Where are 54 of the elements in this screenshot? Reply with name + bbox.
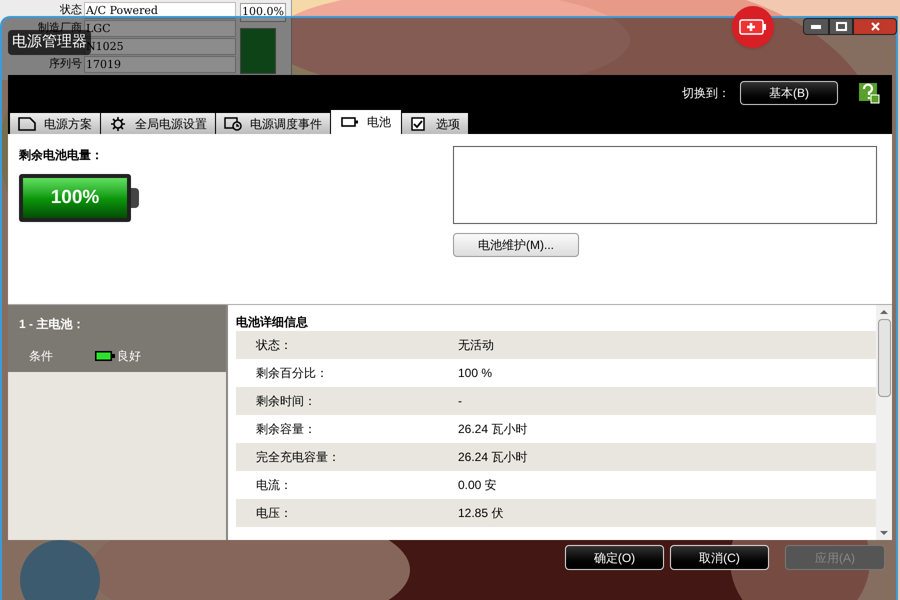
level-meter xyxy=(240,28,276,74)
battery-icon xyxy=(95,351,115,361)
detail-label: 状态： xyxy=(256,337,293,354)
maximize-icon xyxy=(836,22,846,31)
property-value: 17019 xyxy=(84,56,236,72)
close-icon xyxy=(870,22,880,31)
checkbox-icon xyxy=(410,116,428,130)
switch-mode-button[interactable]: 基本(B) xyxy=(740,80,838,104)
detail-value: 26.24 瓦小时 xyxy=(458,449,528,466)
remaining-charge-label: 剩余电池电量： xyxy=(19,147,104,164)
battery-name: 1 - 主电池： xyxy=(19,316,86,333)
minimize-icon xyxy=(811,24,821,28)
detail-value: 12.85 伏 xyxy=(458,505,504,522)
detail-label: 完全充电容量： xyxy=(256,449,341,466)
close-button[interactable] xyxy=(853,18,897,35)
property-value: A/C Powered xyxy=(84,2,236,18)
battery-percentage: 100% xyxy=(50,186,100,210)
tab[interactable]: 电源方案 xyxy=(10,113,100,134)
percentage-reading: 100.0% xyxy=(240,3,286,22)
gear-icon xyxy=(109,116,127,130)
detail-value: 26.24 瓦小时 xyxy=(458,421,528,438)
scroll-thumb[interactable] xyxy=(878,319,890,397)
tab[interactable]: 选项 xyxy=(402,113,468,134)
battery-icon xyxy=(341,115,359,129)
condition-label: 条件 xyxy=(29,348,54,365)
help-icon[interactable] xyxy=(858,82,880,104)
battery-list-item[interactable]: 1 - 主电池： 条件 良好 xyxy=(8,305,226,372)
detail-value: - xyxy=(458,393,462,410)
detail-label: 电压： xyxy=(256,505,293,522)
tab[interactable]: 全局电源设置 xyxy=(101,113,215,134)
property-value: LGC xyxy=(84,20,236,36)
page-icon xyxy=(18,116,36,130)
detail-label: 剩余容量： xyxy=(256,421,317,438)
maximize-button[interactable] xyxy=(829,18,853,35)
tab[interactable]: 电池 xyxy=(331,110,401,134)
detail-value: 100 % xyxy=(458,365,492,382)
property-label: 状态 xyxy=(60,2,82,18)
detail-value: 无活动 xyxy=(458,337,494,354)
condition-value: 良好 xyxy=(117,348,141,365)
details-title: 电池详细信息 xyxy=(236,314,309,331)
dialog-button[interactable]: 确定(O) xyxy=(565,545,664,570)
property-label: 序列号 xyxy=(49,56,82,72)
dialog-button[interactable]: 取消(C) xyxy=(670,545,769,570)
switch-label: 切换到： xyxy=(682,84,730,102)
scrollbar[interactable] xyxy=(876,305,892,540)
detail-label: 剩余百分比： xyxy=(256,365,329,382)
detail-label: 剩余时间： xyxy=(256,393,317,410)
window-clock-icon xyxy=(224,116,242,130)
detail-value: 0.00 安 xyxy=(458,477,497,494)
detail-label: 电流： xyxy=(256,477,293,494)
battery-terminal xyxy=(131,188,139,208)
battery-maintenance-button[interactable]: 电池维护(M)... xyxy=(453,233,579,257)
minimize-button[interactable] xyxy=(803,18,829,35)
tab[interactable]: 电源调度事件 xyxy=(216,113,330,134)
